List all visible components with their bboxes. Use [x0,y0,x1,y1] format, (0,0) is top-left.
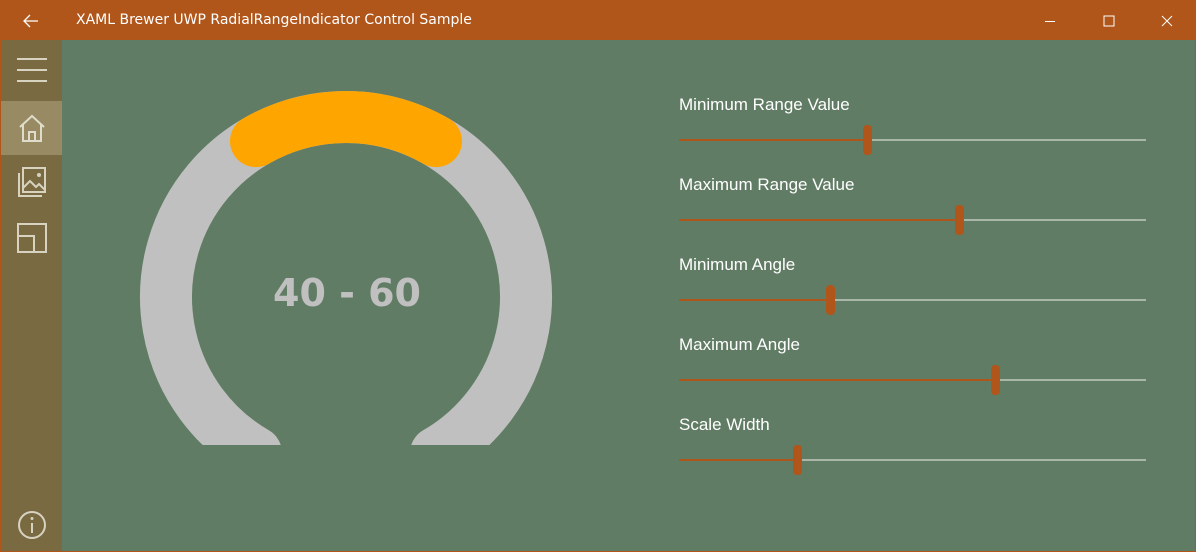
slider-thumb[interactable] [793,445,802,475]
info-button[interactable] [1,498,62,551]
slider-track[interactable] [679,125,1146,155]
slider-track-fill [679,139,867,141]
slider-label: Maximum Angle [679,335,800,354]
app-window: XAML Brewer UWP RadialRangeIndicator Con… [0,0,1196,552]
back-button[interactable] [1,1,61,40]
minimize-icon [1045,20,1055,22]
back-arrow-icon [23,14,38,27]
slider-label: Scale Width [679,415,770,434]
info-icon [17,511,46,539]
slider-maximum-range-value: Maximum Range Value [679,175,1146,235]
slider-track-fill [679,219,959,221]
gauge-graphic [140,91,552,479]
slider-track[interactable] [679,285,1146,315]
slider-minimum-angle: Minimum Angle [679,255,1146,315]
maximize-icon [1103,15,1115,26]
window-title: XAML Brewer UWP RadialRangeIndicator Con… [76,12,472,28]
slider-thumb[interactable] [955,205,964,235]
gauge-range-arc [230,91,462,168]
close-button[interactable] [1138,1,1195,40]
main-content: 40 - 60 Minimum Range Value Maximum Range… [62,40,1195,551]
slider-thumb[interactable] [991,365,1000,395]
slider-label: Minimum Range Value [679,95,850,114]
slider-minimum-range-value: Minimum Range Value [679,95,1146,155]
gauge-range-label: 40 - 60 [273,271,421,315]
nav-item-home[interactable] [1,101,62,155]
slider-thumb[interactable] [826,285,835,315]
slider-maximum-angle: Maximum Angle [679,335,1146,395]
hamburger-icon [16,58,47,82]
slider-track[interactable] [679,445,1146,475]
slider-thumb[interactable] [863,125,872,155]
hamburger-menu-button[interactable] [1,43,62,97]
gallery-icon [17,167,46,197]
navigation-sidebar [1,40,62,551]
layout-icon [16,223,47,253]
maximize-button[interactable] [1080,1,1138,40]
slider-track-fill [679,299,830,301]
slider-track-fill [679,459,797,461]
slider-track[interactable] [679,365,1146,395]
slider-label: Maximum Range Value [679,175,855,194]
slider-track-fill [679,379,995,381]
close-icon [1161,15,1173,26]
minimize-button[interactable] [1021,1,1079,40]
nav-item-layout[interactable] [1,211,62,265]
slider-label: Minimum Angle [679,255,796,274]
radial-range-indicator: 40 - 60 [137,85,557,479]
title-bar: XAML Brewer UWP RadialRangeIndicator Con… [1,1,1195,40]
slider-track[interactable] [679,205,1146,235]
home-icon [18,114,45,142]
nav-item-gallery[interactable] [1,155,62,209]
slider-scale-width: Scale Width [679,415,1146,475]
